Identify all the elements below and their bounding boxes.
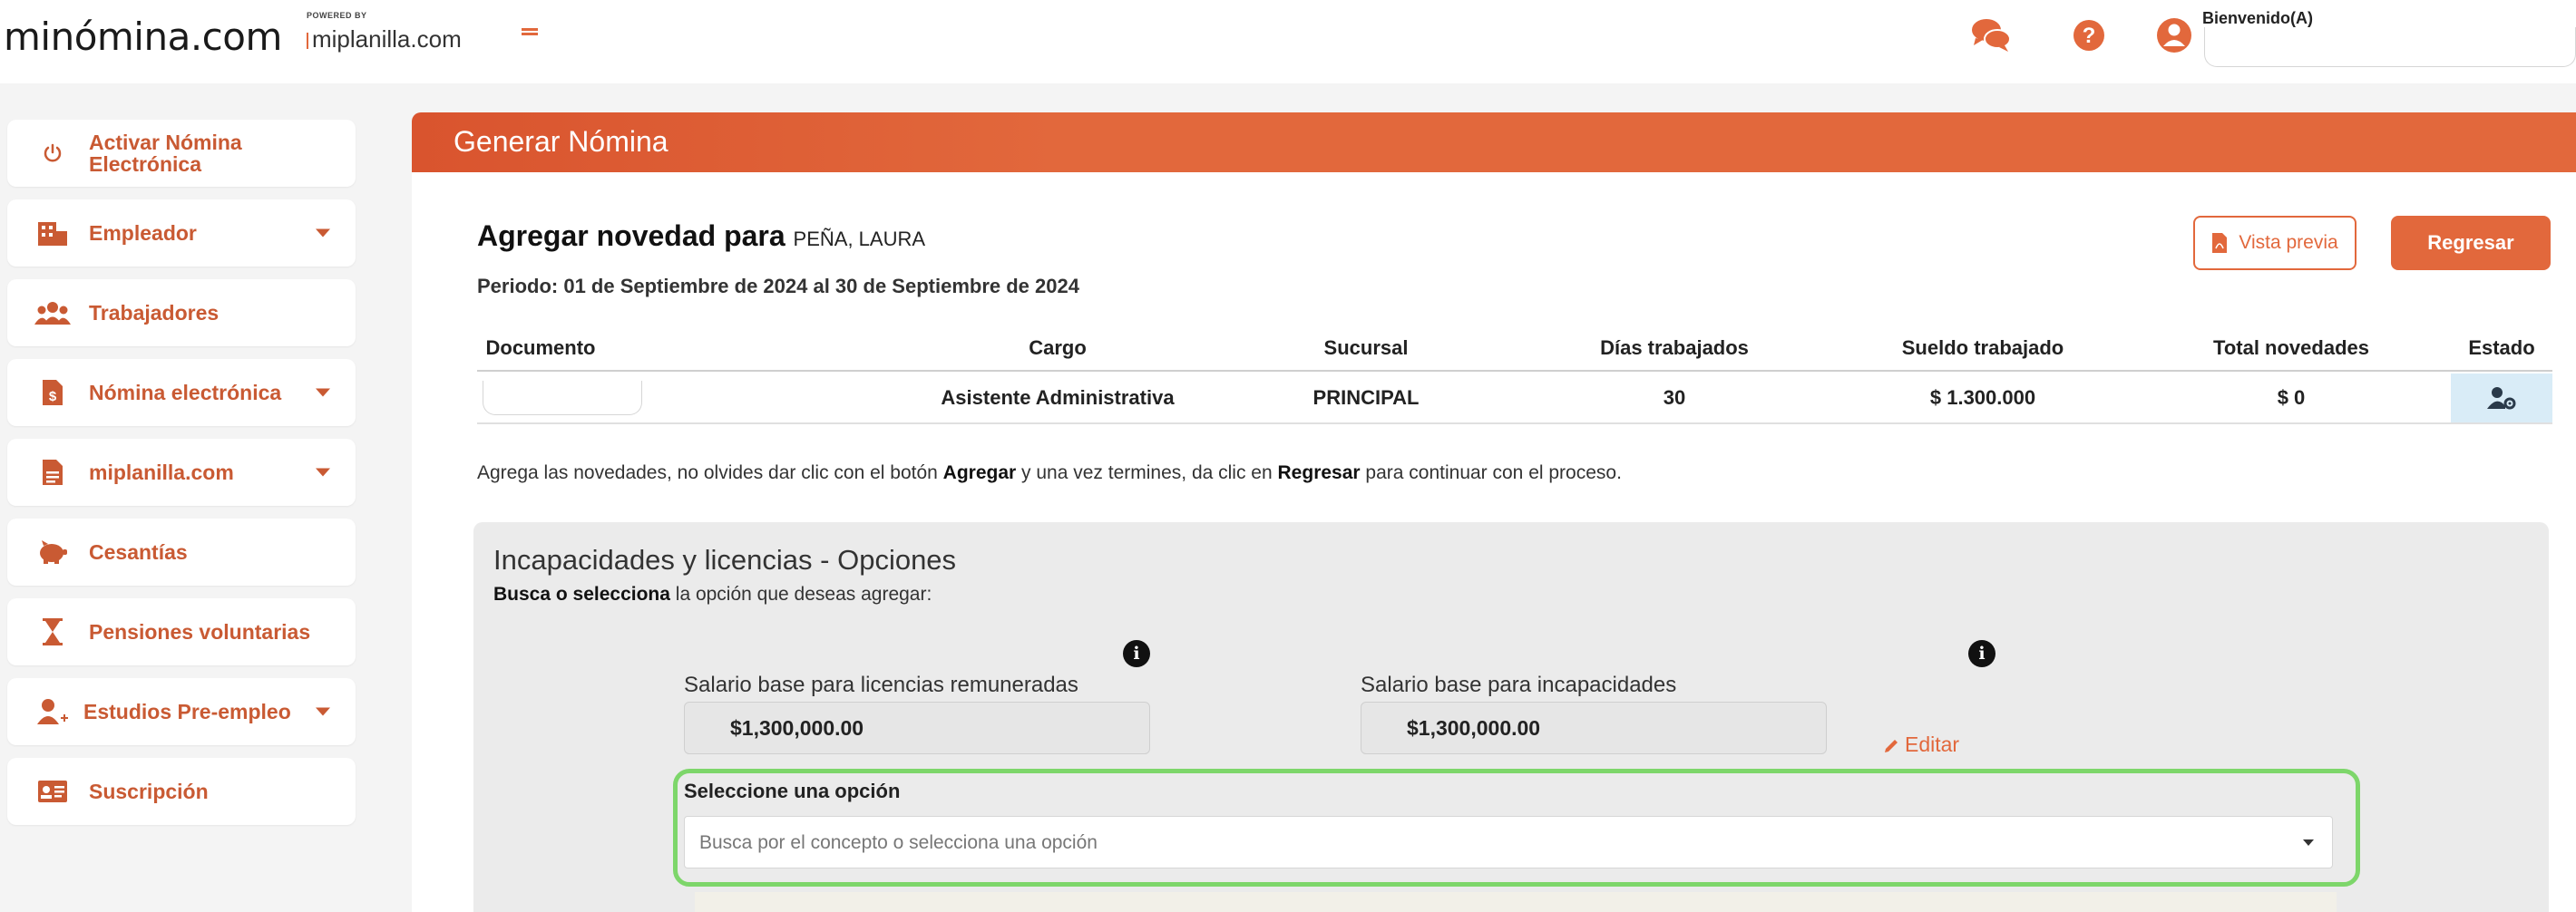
- help-icon[interactable]: ?: [2068, 16, 2110, 54]
- sidebar-item-label: miplanilla.com: [89, 461, 234, 484]
- estado-cell[interactable]: [2451, 374, 2552, 422]
- sidebar-item-label: Cesantías: [89, 540, 188, 564]
- documento-field[interactable]: [483, 381, 642, 415]
- salario-incapacidades-label: Salario base para incapacidades: [1361, 673, 1677, 697]
- subtitle-bold: Busca o selecciona: [493, 584, 670, 605]
- sidebar-item-label: Empleador: [89, 221, 197, 245]
- sidebar-item-label: Estudios Pre-empleo: [83, 700, 291, 723]
- chevron-down-icon[interactable]: [316, 707, 330, 716]
- options-title: Incapacidades y licencias - Opciones: [493, 544, 957, 576]
- instr-bold: Regresar: [1277, 462, 1361, 483]
- sidebar-item-pensiones[interactable]: Pensiones voluntarias: [7, 598, 356, 665]
- building-icon: [34, 215, 71, 251]
- sidebar-item-miplanilla[interactable]: miplanilla.com: [7, 439, 356, 506]
- periodo-text: Periodo: 01 de Septiembre de 2024 al 30 …: [477, 275, 1079, 297]
- chevron-down-icon[interactable]: [316, 228, 330, 238]
- page-banner: Generar Nómina: [412, 112, 2576, 172]
- file-icon: [34, 454, 71, 490]
- chevron-down-icon[interactable]: [316, 468, 330, 477]
- col-total-novedades: Total novedades: [2213, 336, 2369, 359]
- salario-licencias-label: Salario base para licencias remuneradas: [684, 673, 1078, 697]
- info-icon[interactable]: i: [1123, 640, 1150, 667]
- sidebar-item-label: Nómina electrónica: [89, 381, 282, 404]
- table-header: Documento Cargo Sucursal Días trabajados…: [477, 326, 2552, 372]
- options-subtitle: Busca o selecciona la opción que deseas …: [493, 584, 932, 606]
- user-gear-icon[interactable]: [2487, 386, 2516, 410]
- sidebar-item-activar-nomina[interactable]: Activar Nómina Electrónica: [7, 120, 356, 187]
- invoice-dollar-icon: $: [34, 374, 71, 411]
- users-icon: [34, 295, 71, 331]
- welcome-label: Bienvenido(A): [2202, 9, 2314, 27]
- vista-previa-button[interactable]: Vista previa: [2193, 216, 2356, 270]
- total-cell: $ 0: [2277, 386, 2306, 409]
- agregar-prefix: Agregar novedad para: [477, 219, 785, 252]
- sidebar-item-label: Pensiones voluntarias: [89, 620, 311, 644]
- instructions-text: Agrega las novedades, no olvides dar cli…: [477, 462, 1622, 484]
- content-bottom-strip: [695, 892, 2337, 912]
- miplanilla-logo[interactable]: miplanilla.com: [307, 25, 462, 53]
- editar-label: Editar: [1905, 733, 1960, 756]
- hourglass-icon: [34, 614, 71, 650]
- sidebar-item-trabajadores[interactable]: Trabajadores: [7, 279, 356, 346]
- sidebar-item-label: Activar Nómina Electrónica: [89, 131, 242, 176]
- user-name-dropdown[interactable]: [2204, 27, 2576, 67]
- instr-bold: Agregar: [942, 462, 1017, 483]
- vista-previa-label: Vista previa: [2239, 232, 2338, 253]
- col-documento: Documento: [485, 336, 596, 359]
- instr-part: para continuar con el proceso.: [1360, 462, 1622, 483]
- pdf-icon: [2212, 233, 2228, 253]
- instr-part: y una vez termines, da clic en: [1016, 462, 1278, 483]
- sidebar-item-nomina-electronica[interactable]: $ Nómina electrónica: [7, 359, 356, 426]
- chat-icon[interactable]: [1970, 16, 2012, 54]
- option-select[interactable]: Busca por el concepto o selecciona una o…: [684, 816, 2333, 868]
- chevron-down-icon[interactable]: [316, 388, 330, 397]
- salario-licencias-field: $1,300,000.00: [684, 702, 1150, 754]
- top-header: minómina.com POWERED BY miplanilla.com ?…: [0, 0, 2576, 83]
- subtitle-rest: la opción que deseas agregar:: [669, 584, 932, 605]
- regresar-button[interactable]: Regresar: [2391, 216, 2551, 270]
- sidebar-item-estudios-preempleo[interactable]: Estudios Pre-empleo: [7, 678, 356, 745]
- page-title: Generar Nómina: [454, 125, 668, 158]
- svg-text:?: ?: [2083, 24, 2096, 48]
- col-estado: Estado: [2468, 336, 2535, 359]
- chevron-down-icon[interactable]: [2303, 839, 2314, 846]
- menu-toggle-icon[interactable]: [522, 28, 538, 41]
- salario-incapacidades-field: $1,300,000.00: [1361, 702, 1827, 754]
- pencil-icon: [1885, 739, 1898, 752]
- select-placeholder: Busca por el concepto o selecciona una o…: [699, 832, 1098, 853]
- table-row: Asistente Administrativa PRINCIPAL 30 $ …: [477, 374, 2552, 424]
- instr-part: Agrega las novedades, no olvides dar cli…: [477, 462, 943, 483]
- sidebar-item-label: Suscripción: [89, 780, 209, 803]
- sidebar-item-cesantias[interactable]: Cesantías: [7, 519, 356, 586]
- sidebar: Activar Nómina Electrónica Empleador Tra…: [0, 83, 381, 912]
- svg-text:$: $: [49, 389, 57, 404]
- worker-name: PEÑA, LAURA: [793, 228, 926, 250]
- editar-link[interactable]: Editar: [1883, 733, 1959, 757]
- power-icon: [34, 135, 71, 171]
- id-card-icon: [34, 773, 71, 810]
- sidebar-item-label: Trabajadores: [89, 301, 220, 325]
- user-icon[interactable]: [2153, 16, 2195, 54]
- piggy-bank-icon: [34, 534, 71, 570]
- info-icon[interactable]: i: [1968, 640, 1995, 667]
- select-label: Seleccione una opción: [684, 780, 901, 802]
- sidebar-item-empleador[interactable]: Empleador: [7, 199, 356, 267]
- sidebar-item-suscripcion[interactable]: Suscripción: [7, 758, 356, 825]
- user-plus-icon: [34, 694, 71, 730]
- minomina-logo[interactable]: minómina.com: [4, 15, 282, 59]
- powered-by-label: POWERED BY: [307, 11, 367, 20]
- documento-cell: [481, 374, 644, 422]
- agregar-heading: Agregar novedad para PEÑA, LAURA: [477, 219, 925, 253]
